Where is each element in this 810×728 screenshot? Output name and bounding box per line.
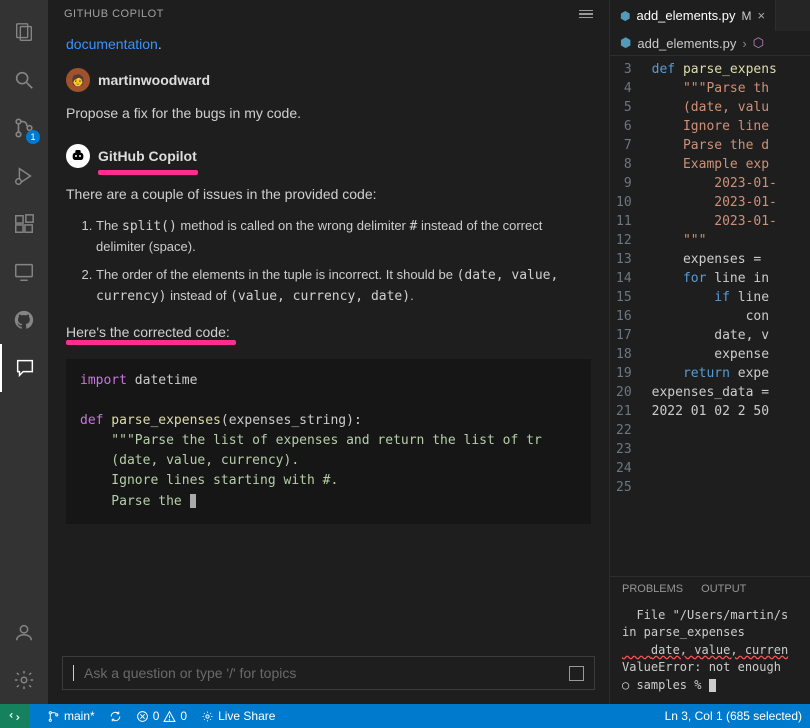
chat-input-row [48, 646, 609, 704]
tab-output[interactable]: OUTPUT [701, 583, 746, 595]
copilot-name: GitHub Copilot [98, 148, 197, 164]
issue-item: The split() method is called on the wron… [96, 216, 591, 257]
editor-column: ⬢ add_elements.py M × ⬢ add_elements.py … [610, 0, 810, 704]
user-name: martinwoodward [98, 72, 210, 88]
tab-problems[interactable]: PROBLEMS [622, 583, 683, 595]
activity-bar: 1 [0, 0, 48, 704]
live-share[interactable]: Live Share [201, 709, 275, 723]
copilot-header: GITHUB COPILOT [48, 0, 609, 28]
extensions-icon[interactable] [0, 200, 48, 248]
copilot-panel: GITHUB COPILOT documentation. 🧑 martinwo… [48, 0, 610, 704]
chat-text-input[interactable] [84, 665, 561, 681]
code-editor[interactable]: 345678910111213141516171819202122232425 … [610, 56, 810, 576]
close-icon[interactable]: × [758, 8, 766, 23]
user-message: 🧑 martinwoodward Propose a fix for the b… [66, 68, 591, 124]
source-control-icon[interactable]: 1 [0, 104, 48, 152]
chevron-right-icon: › [742, 36, 746, 51]
documentation-link[interactable]: documentation [66, 36, 158, 52]
user-avatar: 🧑 [66, 68, 90, 92]
copilot-avatar-icon [66, 144, 90, 168]
scm-badge: 1 [26, 130, 40, 144]
settings-gear-icon[interactable] [0, 656, 48, 704]
highlight-marker [66, 340, 236, 345]
branch-indicator[interactable]: main* [47, 709, 95, 723]
editor-tab[interactable]: ⬢ add_elements.py M × [610, 0, 776, 31]
chat-input[interactable] [62, 656, 595, 690]
issue-item: The order of the elements in the tuple i… [96, 265, 591, 307]
line-gutter: 345678910111213141516171819202122232425 [610, 56, 642, 576]
status-bar: main* 0 0 Live Share Ln 3, Col 1 (685 se… [0, 704, 810, 728]
remote-explorer-icon[interactable] [0, 248, 48, 296]
github-icon[interactable] [0, 296, 48, 344]
copilot-title: GITHUB COPILOT [64, 8, 164, 20]
copilot-intro: There are a couple of issues in the prov… [66, 183, 591, 205]
problems-indicator[interactable]: 0 0 [136, 709, 187, 723]
doc-line: documentation. [66, 36, 591, 52]
python-file-icon: ⬢ [620, 35, 631, 51]
breadcrumb[interactable]: ⬢ add_elements.py › ⬡ [610, 31, 810, 56]
explorer-icon[interactable] [0, 8, 48, 56]
issues-list: The split() method is called on the wron… [96, 216, 591, 308]
account-icon[interactable] [0, 608, 48, 656]
tab-row: ⬢ add_elements.py M × [610, 0, 810, 31]
symbol-icon: ⬡ [753, 35, 764, 51]
panel-menu-icon[interactable] [579, 10, 593, 19]
debug-icon[interactable] [0, 152, 48, 200]
chat-icon[interactable] [0, 344, 48, 392]
crumb-file[interactable]: add_elements.py [637, 36, 736, 51]
tab-filename: add_elements.py [636, 8, 735, 23]
code-lines[interactable]: def parse_expens """Parse th (date, valu… [642, 56, 810, 576]
panel-tabs: PROBLEMS OUTPUT [610, 576, 810, 601]
highlight-marker [98, 170, 198, 175]
copilot-message: GitHub Copilot There are a couple of iss… [66, 144, 591, 523]
stop-icon[interactable] [569, 666, 584, 681]
python-file-icon: ⬢ [620, 9, 630, 23]
sync-indicator[interactable] [109, 710, 122, 723]
cursor-position[interactable]: Ln 3, Col 1 (685 selected) [665, 709, 802, 723]
remote-indicator[interactable] [0, 704, 29, 728]
user-text: Propose a fix for the bugs in my code. [66, 102, 591, 124]
chat-body[interactable]: documentation. 🧑 martinwoodward Propose … [48, 28, 609, 646]
code-block[interactable]: import datetime def parse_expenses(expen… [66, 359, 591, 524]
tab-modified-badge: M [742, 9, 752, 23]
terminal[interactable]: File "/Users/martin/s in parse_expenses … [610, 601, 810, 704]
search-icon[interactable] [0, 56, 48, 104]
